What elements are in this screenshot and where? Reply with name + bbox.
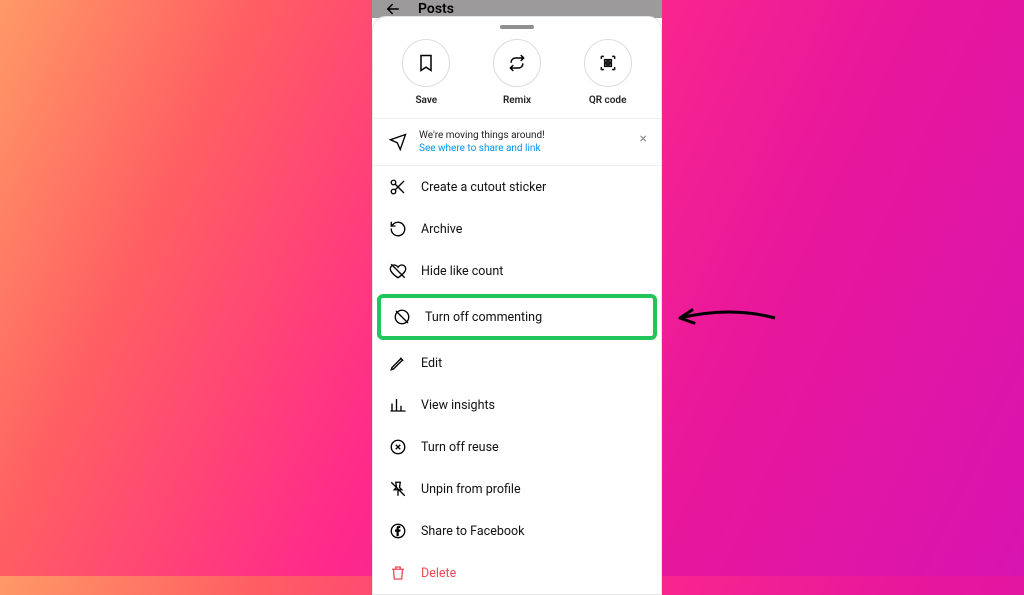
menu-label: Delete — [421, 566, 456, 581]
menu-delete[interactable]: Delete — [373, 552, 661, 594]
unpin-icon — [389, 480, 407, 498]
close-icon[interactable]: × — [640, 131, 647, 147]
menu-label: Turn off commenting — [425, 310, 542, 325]
hide-icon — [389, 262, 407, 280]
annotation-arrow — [670, 298, 780, 338]
comment-off-icon — [393, 308, 411, 326]
menu-create-cutout[interactable]: Create a cutout sticker — [373, 166, 661, 208]
remix-icon — [493, 39, 541, 87]
quick-label: Save — [415, 95, 437, 106]
menu-view-insights[interactable]: View insights — [373, 384, 661, 426]
qr-icon — [584, 39, 632, 87]
menu-unpin[interactable]: Unpin from profile — [373, 468, 661, 510]
menu-hide-likes[interactable]: Hide like count — [373, 250, 661, 292]
menu-label: View insights — [421, 398, 495, 413]
menu-label: Hide like count — [421, 264, 503, 279]
notice-line2[interactable]: See where to share and link — [419, 142, 545, 155]
menu-archive[interactable]: Archive — [373, 208, 661, 250]
menu-share-facebook[interactable]: Share to Facebook — [373, 510, 661, 552]
quick-action-save[interactable]: Save — [386, 39, 466, 106]
action-sheet: Save Remix QR code We're moving things a… — [372, 16, 662, 595]
quick-action-qr[interactable]: QR code — [568, 39, 648, 106]
menu-label: Unpin from profile — [421, 482, 521, 497]
sheet-grab-handle[interactable] — [500, 25, 534, 29]
notice-line1: We're moving things around! — [419, 129, 545, 142]
menu-label: Archive — [421, 222, 462, 237]
menu-turn-off-reuse[interactable]: Turn off reuse — [373, 426, 661, 468]
menu-label: Share to Facebook — [421, 524, 524, 539]
trash-icon — [389, 564, 407, 582]
menu-label: Edit — [421, 356, 442, 371]
menu-edit[interactable]: Edit — [373, 342, 661, 384]
menu-list: Create a cutout sticker Archive Hide lik… — [373, 166, 661, 594]
scissors-icon — [389, 178, 407, 196]
info-notice: We're moving things around! See where to… — [373, 119, 661, 166]
archive-icon — [389, 220, 407, 238]
quick-actions: Save Remix QR code — [373, 31, 661, 119]
edit-icon — [389, 354, 407, 372]
menu-label: Turn off reuse — [421, 440, 499, 455]
save-icon — [402, 39, 450, 87]
menu-turn-off-commenting[interactable]: Turn off commenting — [377, 294, 657, 340]
phone-frame: Posts Save Remix QR code — [372, 0, 662, 576]
facebook-icon — [389, 522, 407, 540]
insights-icon — [389, 396, 407, 414]
quick-label: QR code — [589, 95, 627, 106]
header-title: Posts — [418, 1, 454, 17]
quick-label: Remix — [503, 95, 531, 106]
send-icon — [389, 133, 407, 151]
quick-action-remix[interactable]: Remix — [477, 39, 557, 106]
menu-label: Create a cutout sticker — [421, 180, 546, 195]
circle-x-icon — [389, 438, 407, 456]
